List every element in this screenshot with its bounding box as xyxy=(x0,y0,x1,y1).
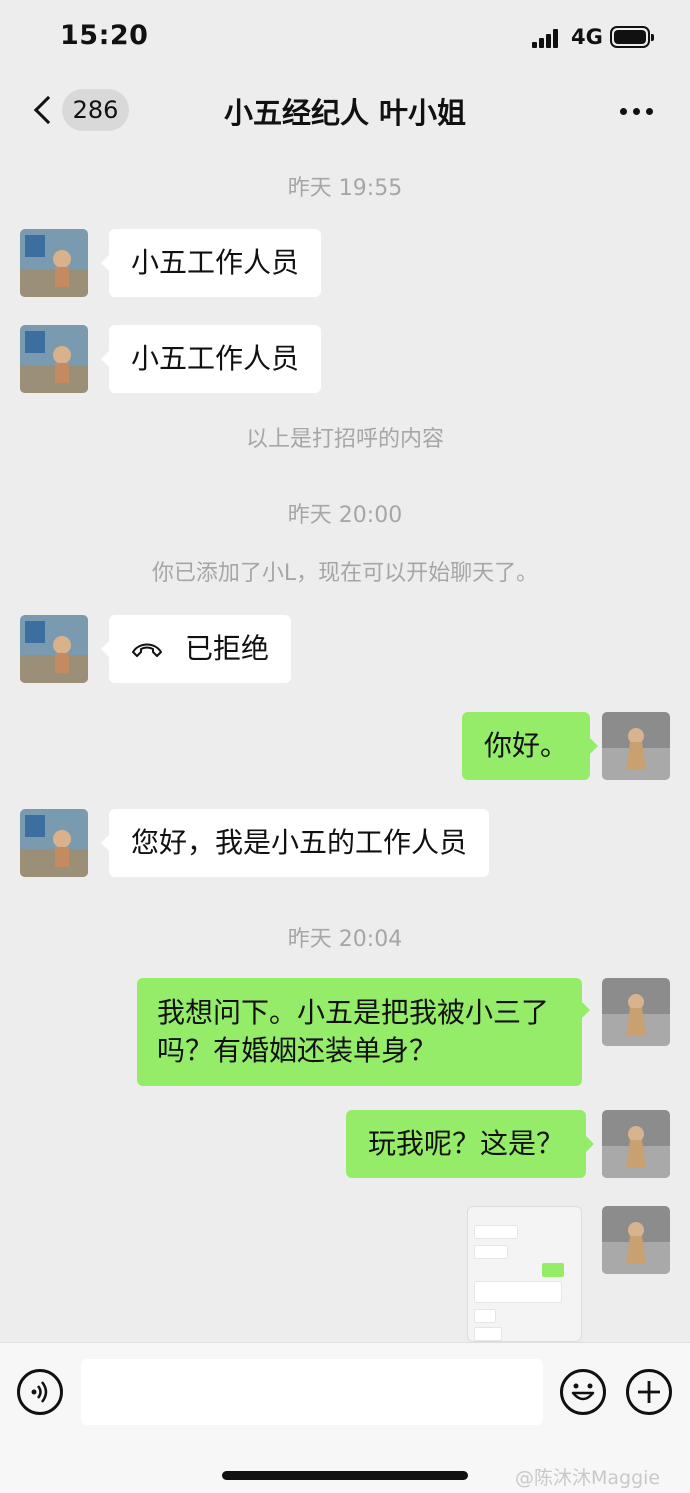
outgoing-message[interactable]: 你好。 xyxy=(462,712,599,780)
outgoing-message[interactable]: 我想问下。小五是把我被小三了吗？有婚姻还装单身？ xyxy=(137,978,590,1086)
signal-icon xyxy=(532,28,564,48)
timestamp: 昨天 20:04 xyxy=(287,927,403,952)
outgoing-message[interactable]: 玩我呢？这是？ xyxy=(346,1110,595,1178)
status-bar: 15:20 4G xyxy=(0,0,690,76)
self-avatar[interactable] xyxy=(602,712,670,780)
status-time: 15:20 xyxy=(60,20,149,51)
call-message[interactable]: 已拒绝 xyxy=(100,615,292,683)
system-message: 你已添加了小L，现在可以开始聊天了。 xyxy=(151,561,539,586)
system-message: 以上是打招呼的内容 xyxy=(245,427,444,452)
hangup-icon xyxy=(132,643,162,657)
nav-bar: 286 小五经纪人 叶小姐 xyxy=(0,76,690,146)
chat-area[interactable]: 昨天 19:55 小五工作人员 小五工作人员 以上是打招呼的内容 昨天 20:0… xyxy=(0,146,690,1342)
home-indicator xyxy=(222,1471,468,1480)
avatar[interactable] xyxy=(20,809,88,877)
message-input[interactable] xyxy=(81,1359,543,1425)
call-status: 已拒绝 xyxy=(185,632,270,665)
incoming-message[interactable]: 小五工作人员 xyxy=(100,325,322,393)
battery-icon xyxy=(610,26,654,48)
input-bar: @陈沐沐Maggie xyxy=(0,1342,690,1493)
self-avatar[interactable] xyxy=(602,1110,670,1178)
chat-title: 小五经纪人 叶小姐 xyxy=(223,96,467,130)
add-icon[interactable] xyxy=(626,1369,672,1415)
more-icon[interactable] xyxy=(620,108,654,116)
emoji-icon[interactable] xyxy=(560,1369,606,1415)
incoming-message[interactable]: 您好，我是小五的工作人员 xyxy=(100,809,490,877)
image-message[interactable] xyxy=(467,1206,582,1342)
timestamp: 昨天 19:55 xyxy=(287,176,403,201)
incoming-message[interactable]: 小五工作人员 xyxy=(100,229,322,297)
watermark: @陈沐沐Maggie xyxy=(515,1467,661,1489)
timestamp: 昨天 20:00 xyxy=(287,503,403,528)
avatar[interactable] xyxy=(20,229,88,297)
self-avatar[interactable] xyxy=(602,1206,670,1274)
voice-icon[interactable] xyxy=(17,1369,63,1415)
avatar[interactable] xyxy=(20,615,88,683)
network-label: 4G xyxy=(571,25,603,49)
self-avatar[interactable] xyxy=(602,978,670,1046)
avatar[interactable] xyxy=(20,325,88,393)
